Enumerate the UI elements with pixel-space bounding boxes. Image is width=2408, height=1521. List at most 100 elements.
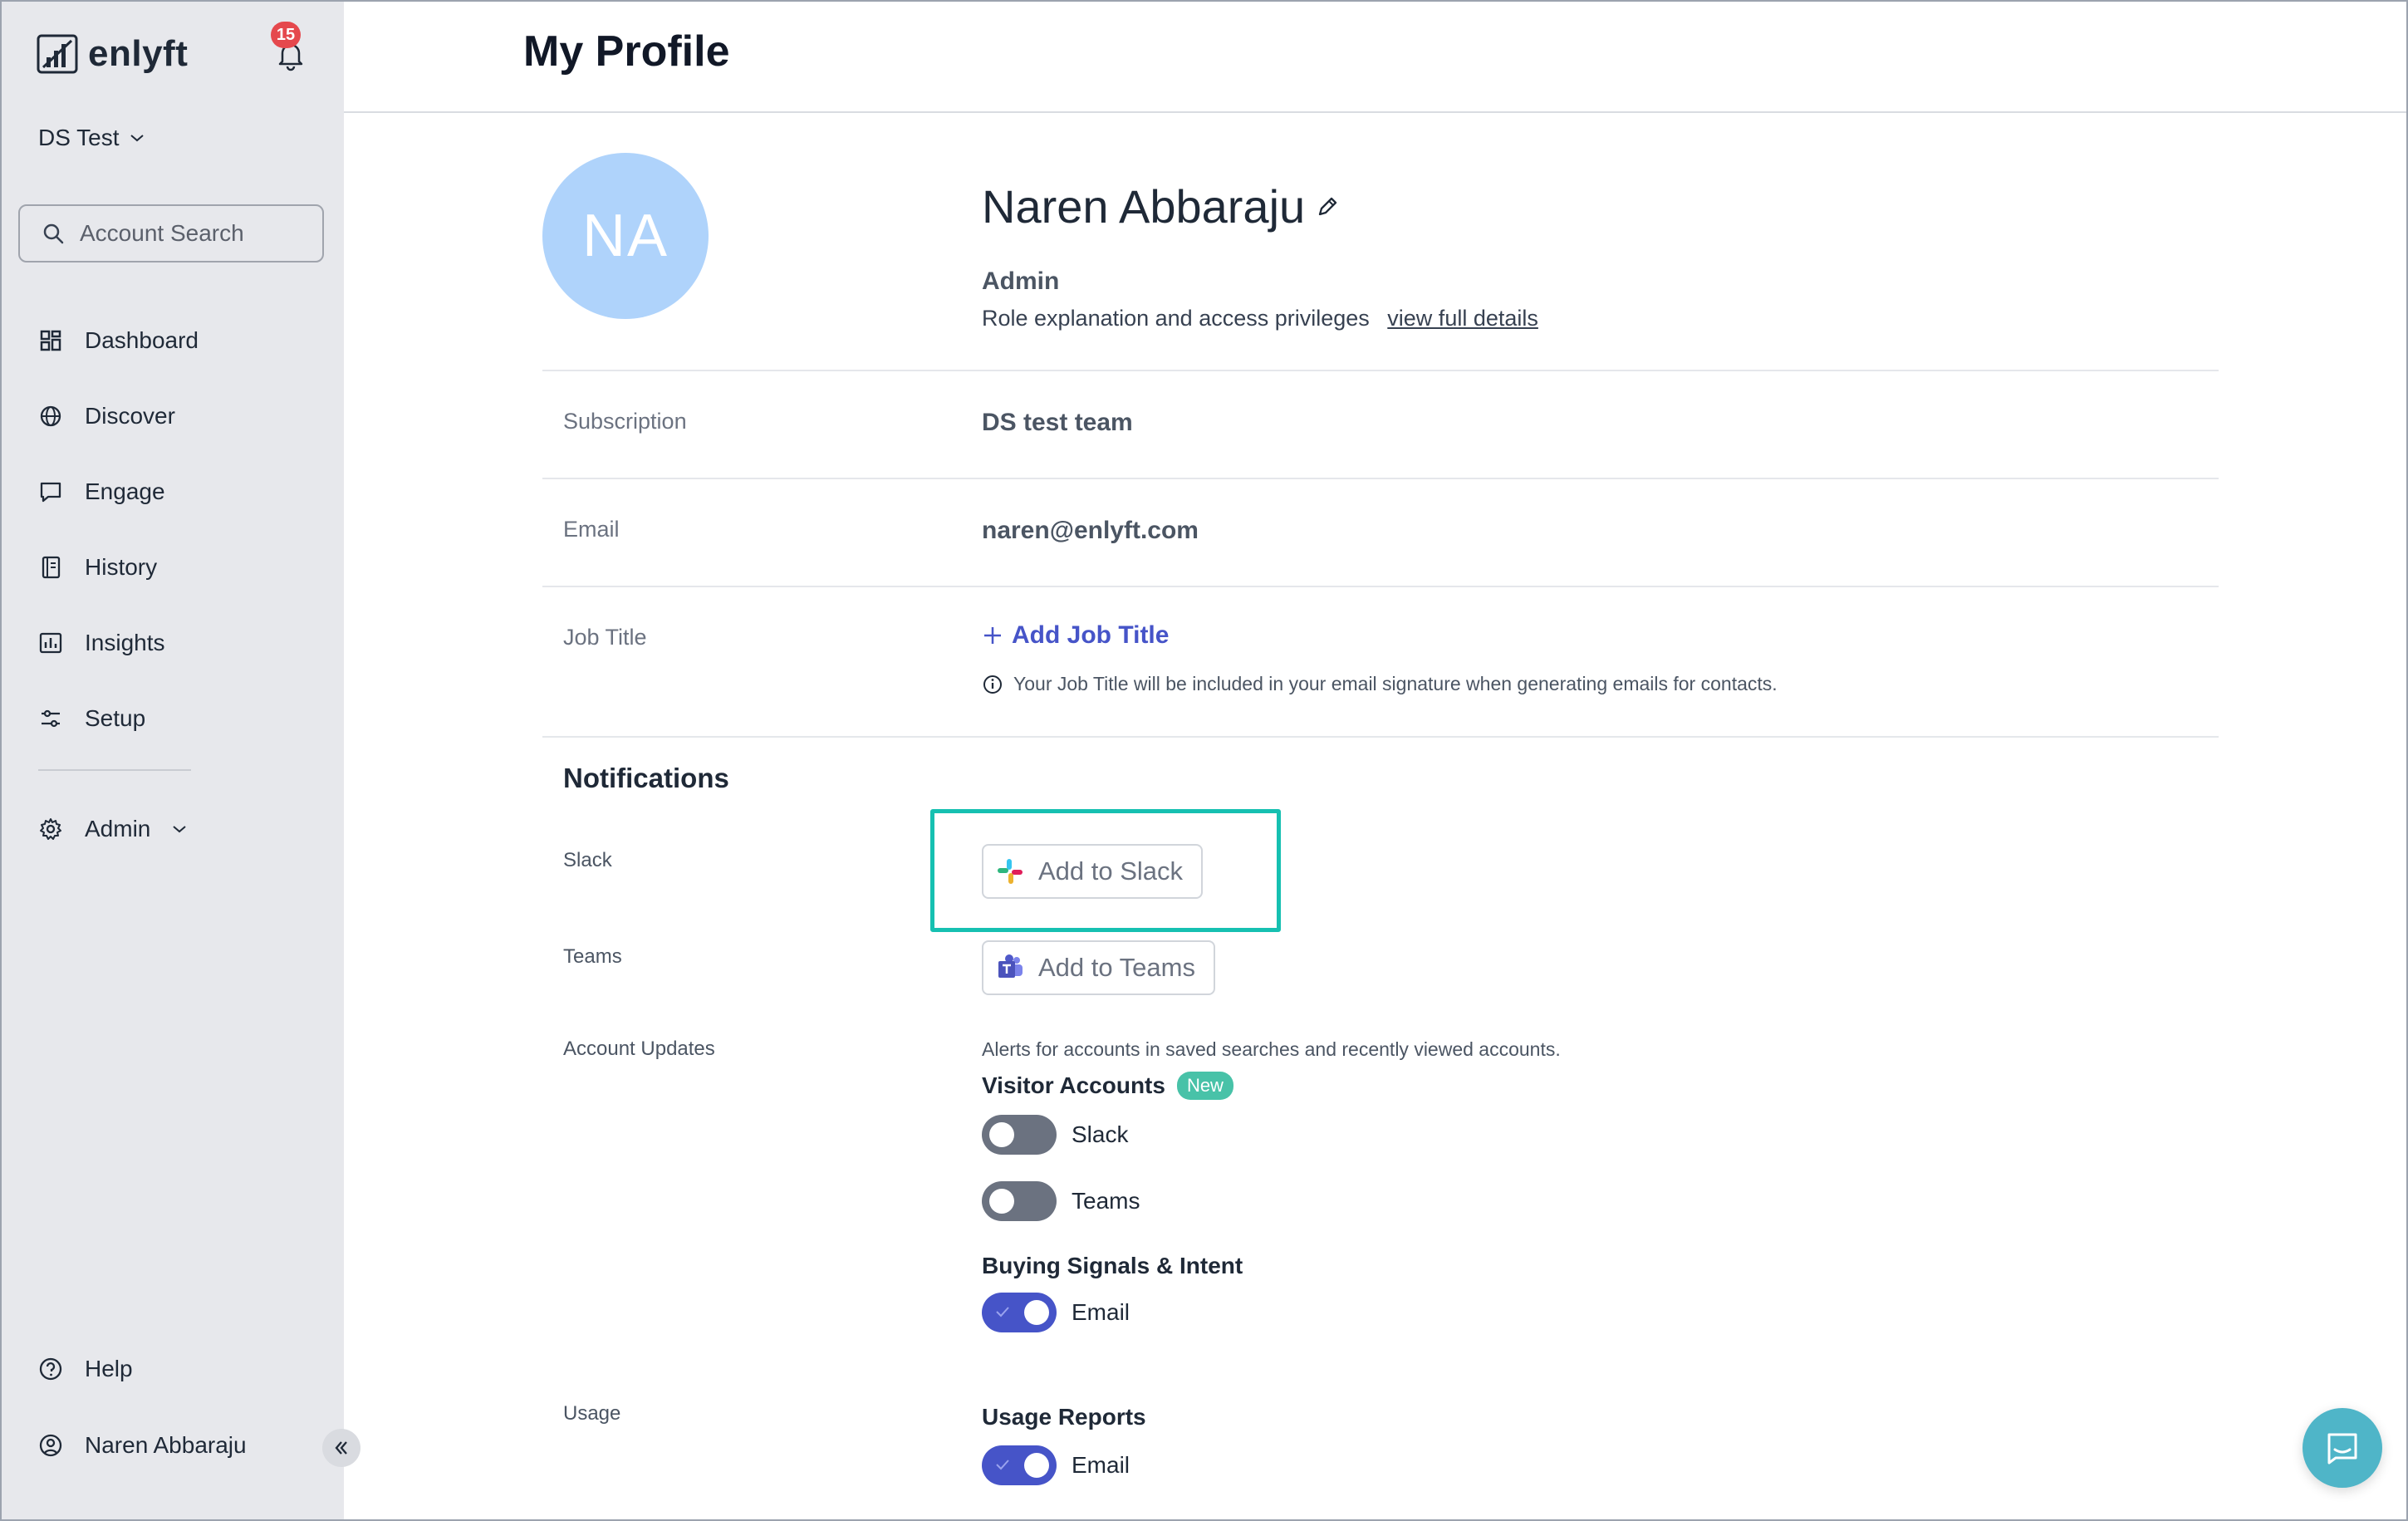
email-label: Email (563, 517, 620, 542)
job-title-label: Job Title (563, 625, 647, 650)
logo[interactable]: enlyft (37, 33, 188, 75)
help-label: Help (85, 1356, 133, 1381)
job-title-hint-text: Your Job Title will be included in your … (1013, 673, 1778, 694)
sidebar-item-history[interactable]: History (38, 529, 199, 605)
sidebar: enlyft 15 DS Test Account Search Dashboa… (2, 2, 344, 1519)
account-updates-label: Account Updates (563, 1038, 715, 1060)
account-search[interactable] (18, 204, 324, 262)
collapse-sidebar-button[interactable] (322, 1429, 360, 1467)
divider (542, 736, 2219, 738)
sidebar-item-discover[interactable]: Discover (38, 378, 199, 454)
add-to-teams-label: Add to Teams (1038, 953, 1195, 982)
visitor-teams-toggle[interactable] (982, 1181, 1057, 1221)
usage-reports-title: Usage Reports (982, 1404, 1146, 1430)
visitor-slack-toggle[interactable] (982, 1115, 1057, 1155)
slack-label: Slack (563, 849, 612, 871)
admin-label: Admin (85, 816, 151, 841)
sidebar-item-label: Dashboard (85, 326, 199, 353)
toggle-label: Email (1072, 1452, 1130, 1478)
divider (542, 370, 2219, 371)
email-value: naren@enlyft.com (982, 517, 1199, 544)
sidebar-item-label: Discover (85, 402, 175, 429)
sidebar-item-label: Setup (85, 704, 146, 731)
avatar: NA (542, 153, 709, 319)
usage-label: Usage (563, 1402, 621, 1425)
gear-icon (40, 818, 61, 840)
history-icon (42, 556, 61, 578)
subscription-value: DS test team (982, 409, 1133, 436)
sidebar-divider (38, 769, 191, 771)
usage-reports-label: Usage Reports (982, 1404, 1146, 1430)
add-to-slack-label: Add to Slack (1038, 856, 1184, 886)
sidebar-item-help[interactable]: Help (38, 1356, 133, 1382)
sidebar-item-engage[interactable]: Engage (38, 454, 199, 529)
divider (542, 586, 2219, 587)
sliders-icon (42, 709, 60, 727)
edit-pencil-icon[interactable] (1315, 194, 1340, 219)
visitor-accounts-title: Visitor Accounts New (982, 1072, 1233, 1100)
role-description: Role explanation and access privileges (982, 306, 1370, 331)
slack-icon (998, 859, 1023, 884)
role-description-row: Role explanation and access privileges v… (982, 306, 1538, 331)
profile-name: Naren Abbaraju (982, 180, 1306, 233)
usage-reports-email-toggle[interactable] (982, 1445, 1057, 1485)
dashboard-icon (40, 330, 61, 351)
toggle-label: Teams (1072, 1188, 1140, 1214)
visitor-teams-toggle-row: Teams (982, 1181, 1140, 1221)
double-chevron-left-icon (335, 1441, 347, 1455)
info-icon (983, 675, 1002, 694)
new-badge: New (1176, 1072, 1233, 1100)
search-input[interactable] (80, 220, 312, 247)
buying-signals-label: Buying Signals & Intent (982, 1253, 1243, 1278)
chevron-down-icon (173, 826, 187, 833)
app-window: enlyft 15 DS Test Account Search Dashboa… (0, 0, 2408, 1521)
sidebar-item-insights[interactable]: Insights (38, 605, 199, 680)
chevron-down-icon (130, 135, 144, 142)
buying-signals-title: Buying Signals & Intent (982, 1253, 1243, 1279)
add-to-teams-button[interactable]: Add to Teams (982, 940, 1215, 995)
sidebar-item-setup[interactable]: Setup (38, 680, 199, 756)
plus-icon (984, 627, 1001, 644)
chat-support-button[interactable] (2303, 1408, 2382, 1488)
account-updates-description: Alerts for accounts in saved searches an… (982, 1038, 1561, 1060)
workspace-label: DS Test (38, 125, 120, 150)
check-icon (996, 1307, 1009, 1317)
view-full-details-link[interactable]: view full details (1387, 306, 1538, 331)
notification-badge: 15 (271, 22, 301, 48)
visitor-accounts-label: Visitor Accounts (982, 1072, 1165, 1098)
sidebar-item-user[interactable]: Naren Abbaraju (38, 1432, 247, 1459)
notifications-title: Notifications (563, 763, 729, 793)
user-icon (39, 1434, 62, 1457)
toggle-label: Slack (1072, 1121, 1129, 1147)
usage-reports-email-toggle-row: Email (982, 1445, 1130, 1485)
divider (542, 478, 2219, 479)
search-icon (43, 223, 64, 244)
buying-signals-email-toggle[interactable] (982, 1293, 1057, 1332)
profile-role: Admin (982, 267, 1060, 295)
check-icon (996, 1460, 1009, 1470)
chat-icon (40, 482, 61, 502)
logo-text: enlyft (88, 33, 189, 74)
globe-icon (40, 405, 61, 426)
help-icon (39, 1357, 62, 1381)
sidebar-item-label: History (85, 553, 158, 580)
sidebar-nav: Dashboard Discover Engage History Insigh… (38, 302, 199, 756)
job-title-hint: Your Job Title will be included in your … (982, 673, 1778, 695)
toggle-label: Email (1072, 1299, 1130, 1325)
buying-signals-email-toggle-row: Email (982, 1293, 1130, 1332)
user-label: Naren Abbaraju (85, 1432, 247, 1458)
sidebar-item-dashboard[interactable]: Dashboard (38, 302, 199, 378)
teams-label: Teams (563, 945, 622, 968)
chat-bubble-icon (2327, 1433, 2357, 1465)
page-title: My Profile (523, 27, 730, 76)
add-job-title-button[interactable]: Add Job Title (982, 621, 1169, 650)
teams-icon (998, 954, 1023, 978)
sidebar-item-label: Engage (85, 478, 165, 504)
logo-mark-icon (37, 34, 78, 74)
add-to-slack-button[interactable]: Add to Slack (982, 844, 1204, 899)
workspace-selector[interactable]: DS Test (38, 125, 145, 151)
page-header: My Profile (344, 2, 2406, 113)
chart-icon (39, 632, 62, 653)
sidebar-item-admin[interactable]: Admin (38, 816, 187, 842)
profile-content: NA Naren Abbaraju Admin Role explanation… (344, 113, 2406, 1519)
